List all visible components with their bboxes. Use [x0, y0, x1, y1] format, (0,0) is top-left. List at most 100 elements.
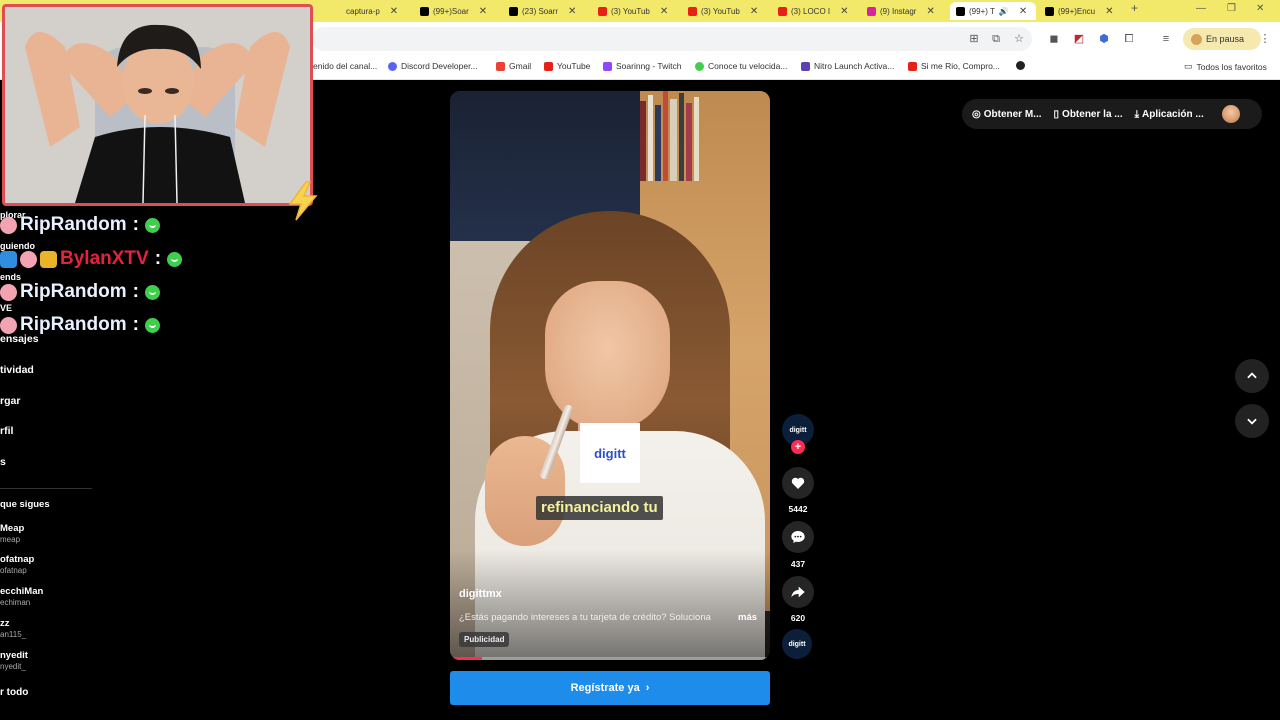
account-name[interactable]: nyedit: [0, 650, 28, 661]
next-video-button[interactable]: [1235, 404, 1269, 438]
video-progress-fill: [450, 657, 482, 660]
tiktok-favicon-icon: [956, 6, 965, 16]
desktop-app-button[interactable]: ⤓ Aplicación ...: [1135, 109, 1204, 120]
phone-icon: ▯: [1053, 108, 1060, 120]
speaker-icon[interactable]: 🔊: [999, 7, 1009, 16]
video-progress-track[interactable]: [450, 657, 770, 660]
account-name[interactable]: zz: [0, 618, 10, 629]
video-caption: refinanciando tu: [536, 496, 663, 520]
tab-close-icon[interactable]: ✕: [390, 6, 398, 17]
bookmark-label: Nitro Launch Activa...: [814, 61, 895, 71]
tab-label: (3) YouTub: [611, 6, 650, 16]
music-disc-avatar[interactable]: digitt: [782, 629, 812, 659]
chat-username[interactable]: RipRandom: [20, 281, 127, 303]
bookmark-item[interactable]: Soarinng - Twitch: [603, 61, 682, 71]
see-all-link[interactable]: r todo: [0, 687, 28, 698]
profile-paused-button[interactable]: En pausa: [1183, 28, 1261, 50]
green-smile-emote-icon: [144, 317, 160, 333]
tab-close-icon[interactable]: ✕: [568, 6, 576, 17]
youtube-favicon-icon: [598, 6, 607, 16]
register-cta-button[interactable]: Regístrate ya ›: [450, 671, 770, 705]
chat-message: RipRandom :: [0, 212, 160, 238]
address-bar[interactable]: [312, 27, 1032, 51]
account-name[interactable]: ecchiMan: [0, 586, 43, 597]
browser-tab[interactable]: (3) LOCO I ✕: [772, 2, 858, 20]
brand-logo-card: digitt: [580, 423, 640, 483]
bookmark-item[interactable]: Gmail: [496, 61, 531, 71]
tab-label: (99+)Encu: [1058, 6, 1096, 16]
lightning-bolt-icon: [288, 181, 318, 221]
sidebar-item-activity[interactable]: tividad: [0, 364, 34, 376]
account-name[interactable]: ofatnap: [0, 554, 34, 565]
new-tab-icon[interactable]: +: [1131, 1, 1138, 15]
tab-close-icon[interactable]: ✕: [1019, 6, 1027, 17]
browser-tab[interactable]: (9) Instagr ✕: [861, 2, 947, 20]
following-accounts-title: que sigues: [0, 499, 50, 510]
browser-tab[interactable]: captura-p ✕: [340, 2, 412, 20]
extensions-puzzle-icon[interactable]: ⧠: [1123, 33, 1135, 45]
browser-tab[interactable]: (3) YouTub ✕: [592, 2, 678, 20]
extension-icon[interactable]: ◼: [1048, 33, 1060, 45]
comment-count: 437: [790, 559, 806, 569]
chat-message: BylanXTV :: [0, 246, 183, 272]
kebab-menu-icon[interactable]: ⋮: [1259, 33, 1271, 45]
bookmark-label: Soarinng - Twitch: [616, 61, 682, 71]
chat-separator: :: [132, 281, 139, 302]
chat-username[interactable]: RipRandom: [20, 214, 127, 236]
all-bookmarks-folder[interactable]: ▭ Todos los favoritos: [1184, 61, 1267, 72]
youtube-icon: [908, 61, 917, 71]
tab-close-icon[interactable]: ✕: [840, 6, 848, 17]
profile-avatar[interactable]: [1221, 105, 1240, 123]
chevron-down-icon: [1247, 418, 1257, 425]
bookmark-item[interactable]: enido del canal...: [313, 61, 377, 71]
tab-close-icon[interactable]: ✕: [660, 6, 668, 17]
heart-icon: [791, 477, 805, 489]
sidebar-item-upload[interactable]: rgar: [0, 395, 20, 407]
bookmark-item[interactable]: [1016, 61, 1025, 70]
follow-plus-button[interactable]: +: [791, 440, 805, 454]
reading-list-icon[interactable]: ≡: [1160, 33, 1172, 45]
account-name[interactable]: Meap: [0, 523, 24, 534]
extension-icon[interactable]: ◩: [1073, 33, 1085, 45]
chat-username[interactable]: RipRandom: [20, 314, 127, 336]
sidebar-item-profile[interactable]: rfil: [0, 425, 13, 437]
instagram-favicon-icon: [867, 6, 876, 16]
browser-tab-active[interactable]: (99+) T 🔊 ✕: [950, 2, 1036, 20]
streamer-webcam-image: [5, 7, 310, 203]
like-button[interactable]: [782, 467, 814, 499]
chat-badge-icon: [0, 216, 17, 234]
bookmark-item[interactable]: Si me Rio, Compro...: [908, 61, 1000, 71]
translate-icon[interactable]: ⊞: [968, 33, 980, 45]
bookmark-item[interactable]: Discord Developer...: [388, 61, 478, 71]
twitch-icon: [603, 61, 612, 71]
more-link[interactable]: más: [738, 612, 757, 623]
share-button[interactable]: [782, 576, 814, 608]
minimize-icon[interactable]: —: [1196, 3, 1206, 14]
chat-message: RipRandom :: [0, 312, 160, 338]
get-app-button[interactable]: ▯ Obtener la ...: [1054, 109, 1123, 120]
cast-icon[interactable]: ⧉: [990, 33, 1002, 45]
browser-tab[interactable]: (99+)Soar ✕: [414, 2, 500, 20]
bookmark-item[interactable]: Conoce tu velocida...: [695, 61, 787, 71]
extension-icon[interactable]: ⬢: [1098, 33, 1110, 45]
get-coins-button[interactable]: ◎ Obtener M...: [972, 109, 1042, 120]
bookmark-star-icon[interactable]: ☆: [1013, 33, 1025, 45]
bookmark-item[interactable]: YouTube: [544, 61, 590, 71]
previous-video-button[interactable]: [1235, 359, 1269, 393]
window-close-icon[interactable]: ✕: [1256, 3, 1264, 14]
tab-close-icon[interactable]: ✕: [1105, 6, 1113, 17]
browser-tab[interactable]: (23) Soarr ✕: [503, 2, 589, 20]
browser-tab[interactable]: (3) YouTub ✕: [682, 2, 768, 20]
browser-tab[interactable]: (99+)Encu ✕: [1039, 2, 1125, 20]
bookmark-item[interactable]: Nitro Launch Activa...: [801, 61, 894, 71]
maximize-icon[interactable]: ❐: [1227, 3, 1236, 14]
tab-close-icon[interactable]: ✕: [750, 6, 758, 17]
chat-username[interactable]: BylanXTV: [60, 248, 149, 270]
video-author[interactable]: digittmx: [459, 588, 502, 600]
sidebar-item-more[interactable]: s: [0, 456, 6, 468]
tab-close-icon[interactable]: ✕: [479, 6, 487, 17]
tab-close-icon[interactable]: ✕: [926, 6, 934, 17]
comment-button[interactable]: [782, 521, 814, 553]
chat-separator: :: [154, 248, 162, 269]
video-player[interactable]: digitt refinanciando tu digittmx ¿Estás …: [450, 91, 770, 660]
